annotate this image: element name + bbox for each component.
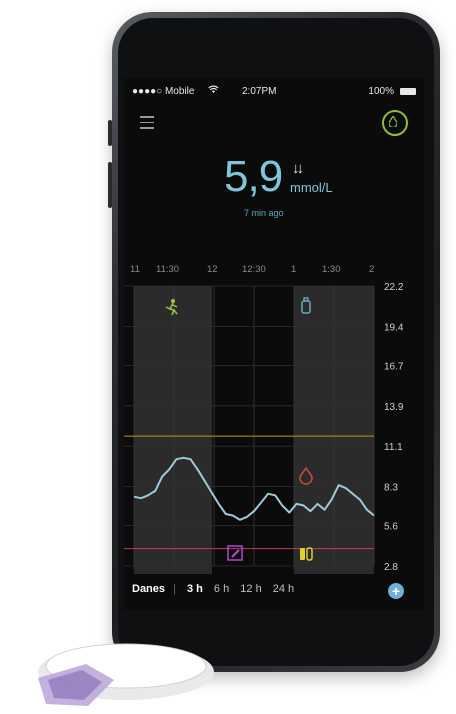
add-button[interactable]: + bbox=[388, 583, 404, 599]
time-tick: 2 bbox=[369, 264, 375, 275]
range-3h[interactable]: 3 h bbox=[187, 583, 203, 595]
time-tick: 12 bbox=[207, 264, 218, 275]
time-axis: 11 11:30 12 12:30 1 1:30 2 bbox=[124, 264, 384, 276]
y-tick-label: 5.6 bbox=[384, 522, 398, 533]
wifi-icon bbox=[208, 85, 219, 97]
status-time: 2:07PM bbox=[242, 86, 277, 97]
y-tick-label: 22.2 bbox=[384, 282, 404, 293]
range-24h[interactable]: 24 h bbox=[273, 583, 294, 595]
app-screen: ●●●●○ Mobile 2:07PM 100% 5,9 ↓↓ mmol/L 7… bbox=[124, 78, 424, 610]
glucose-chart: 22.2 19.4 16.7 13.9 11.1 8.3 5.6 2.8 bbox=[124, 282, 404, 574]
time-tick: 11:30 bbox=[156, 264, 180, 275]
y-tick-label: 8.3 bbox=[384, 483, 398, 494]
menu-icon[interactable] bbox=[140, 116, 154, 129]
status-bar: ●●●●○ Mobile 2:07PM 100% bbox=[132, 85, 416, 100]
time-tick: 1 bbox=[291, 264, 297, 275]
time-tick: 1:30 bbox=[322, 264, 341, 275]
side-button bbox=[108, 120, 112, 146]
trend-arrows-icon: ↓↓ bbox=[292, 160, 304, 177]
blood-drop-button[interactable] bbox=[382, 110, 408, 136]
volume-button bbox=[108, 162, 112, 208]
y-axis-ticks: 22.2 19.4 16.7 13.9 11.1 8.3 5.6 2.8 bbox=[384, 282, 404, 573]
range-6h[interactable]: 6 h bbox=[214, 583, 229, 595]
glucose-unit: mmol/L bbox=[290, 180, 333, 195]
drop-icon bbox=[389, 116, 397, 127]
exercise-shaded-band bbox=[134, 286, 212, 574]
today-label: Danes bbox=[132, 583, 166, 595]
note-icon bbox=[227, 545, 243, 561]
y-tick-label: 19.4 bbox=[384, 322, 404, 333]
y-tick-label: 16.7 bbox=[384, 361, 404, 372]
battery-percent: 100% bbox=[368, 86, 394, 97]
carrier-label: ●●●●○ Mobile bbox=[132, 86, 195, 97]
time-tick: 11 bbox=[130, 264, 140, 275]
sensor-device-image bbox=[38, 643, 214, 706]
y-tick-label: 11.1 bbox=[384, 442, 403, 453]
last-reading-time: 7 min ago bbox=[244, 208, 284, 218]
y-tick-label: 2.8 bbox=[384, 562, 398, 573]
range-selector: Danes | 3 h 6 h 12 h 24 h bbox=[132, 583, 295, 595]
y-tick-label: 13.9 bbox=[384, 402, 404, 413]
glucose-value: 5,9 bbox=[224, 152, 283, 201]
time-tick: 12:30 bbox=[242, 264, 266, 275]
battery-icon bbox=[400, 88, 416, 95]
range-12h[interactable]: 12 h bbox=[240, 583, 261, 595]
